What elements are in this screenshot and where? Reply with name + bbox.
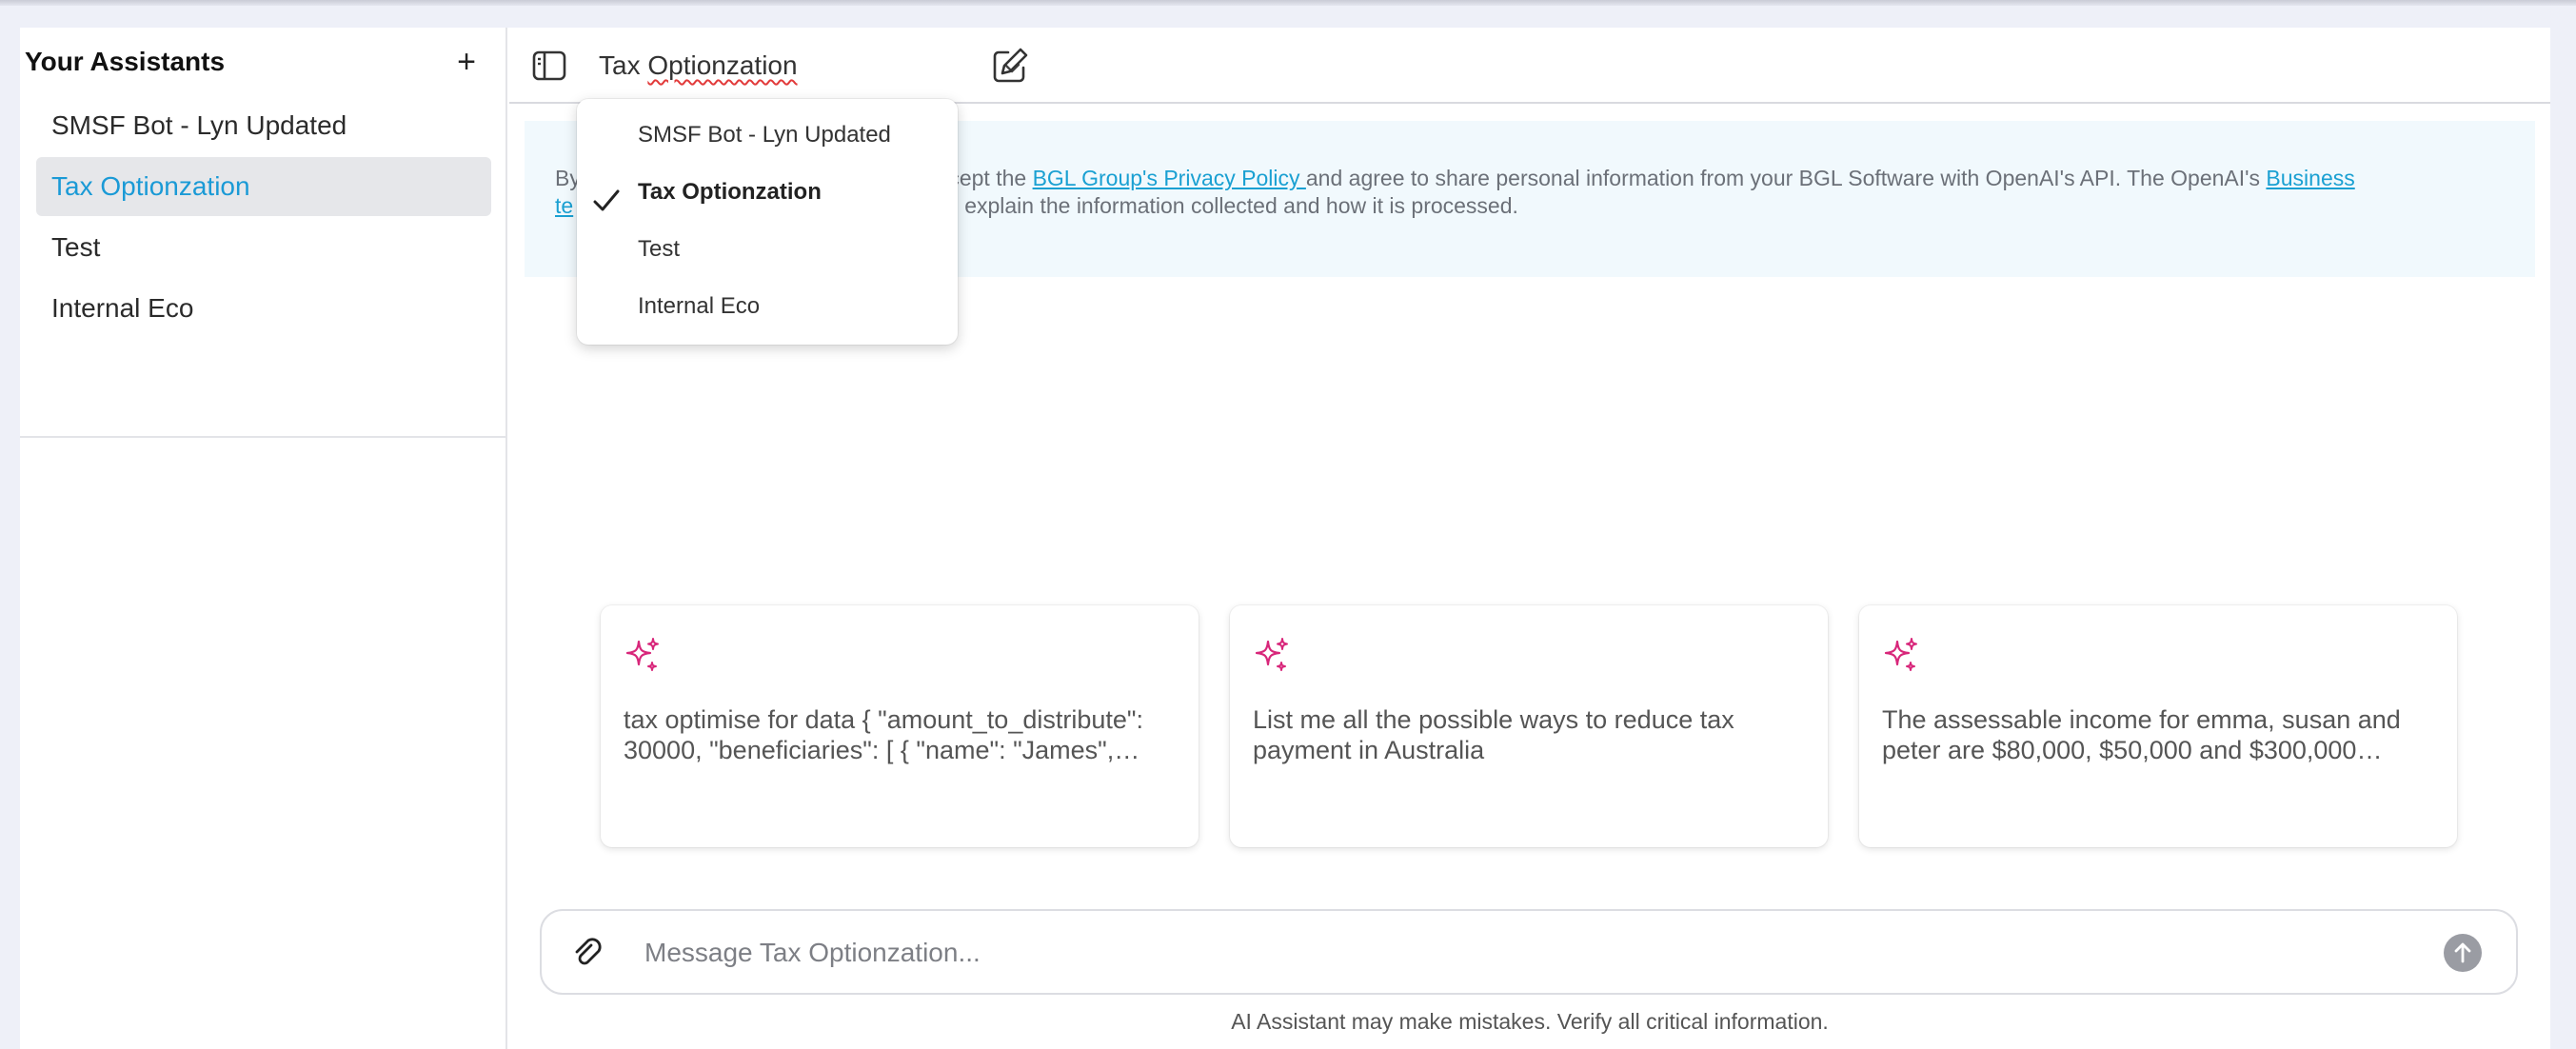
assistant-dropdown-menu: SMSF Bot - Lyn Updated Tax Optionzation … [577, 99, 958, 345]
message-composer [540, 909, 2518, 995]
suggestion-card[interactable]: The assessable income for emma, susan an… [1859, 605, 2457, 847]
disclaimer-text: AI Assistant may make mistakes. Verify a… [1231, 1009, 1829, 1034]
business-terms-link[interactable]: Business [2266, 166, 2354, 190]
chat-topbar: Tax Optionzation [509, 28, 2550, 104]
sidebar-item-test[interactable]: Test [36, 218, 491, 277]
sparkles-icon [624, 636, 662, 674]
dropdown-item-label: Internal Eco [638, 293, 761, 319]
send-button[interactable] [2444, 934, 2482, 972]
edit-icon[interactable] [989, 45, 1031, 87]
arrow-up-icon [2454, 942, 2471, 963]
suggestion-text: tax optimise for data { "amount_to_distr… [624, 705, 1143, 764]
terms-link-fragment[interactable]: te [555, 193, 573, 218]
window-top-strip [0, 0, 2576, 6]
dropdown-item-tax-optionzation[interactable]: Tax Optionzation [577, 164, 958, 221]
dropdown-item-label: Test [638, 236, 681, 262]
dropdown-item-label: Tax Optionzation [638, 179, 822, 205]
sidebar-title: Your Assistants [25, 47, 226, 76]
sparkles-icon [1882, 636, 1920, 674]
suggestion-text: List me all the possible ways to reduce … [1253, 705, 1734, 764]
sidebar-item-tax-optionzation[interactable]: Tax Optionzation [36, 157, 491, 216]
dropdown-item-smsf-bot[interactable]: SMSF Bot - Lyn Updated [577, 107, 958, 164]
suggestion-text: The assessable income for emma, susan an… [1882, 705, 2401, 764]
notice-text: explain the information collected and ho… [964, 193, 1518, 218]
assistant-selector-label: Tax Optionzation [599, 50, 798, 80]
checkmark-icon [592, 179, 621, 211]
notice-text: and agree to share personal information … [1305, 166, 2267, 190]
message-input[interactable] [644, 928, 2377, 978]
privacy-policy-link[interactable]: BGL Group's Privacy Policy [1033, 166, 1306, 190]
dropdown-item-internal-eco[interactable]: Internal Eco [577, 278, 958, 335]
sidebar-toggle-icon[interactable] [530, 47, 568, 85]
sidebar-item-smsf-bot[interactable]: SMSF Bot - Lyn Updated [36, 96, 491, 155]
sidebar-divider [20, 436, 507, 438]
dropdown-item-test[interactable]: Test [577, 221, 958, 278]
dropdown-item-label: SMSF Bot - Lyn Updated [638, 122, 891, 148]
suggestion-card[interactable]: tax optimise for data { "amount_to_distr… [601, 605, 1199, 847]
sparkles-icon [1253, 636, 1291, 674]
suggestion-card[interactable]: List me all the possible ways to reduce … [1230, 605, 1828, 847]
sidebar-header: Your Assistants + [25, 43, 485, 81]
add-assistant-button[interactable]: + [447, 43, 485, 81]
assistant-selector[interactable]: Tax Optionzation [599, 45, 1020, 87]
paperclip-icon[interactable] [570, 936, 606, 972]
sidebar-item-internal-eco[interactable]: Internal Eco [36, 279, 491, 338]
